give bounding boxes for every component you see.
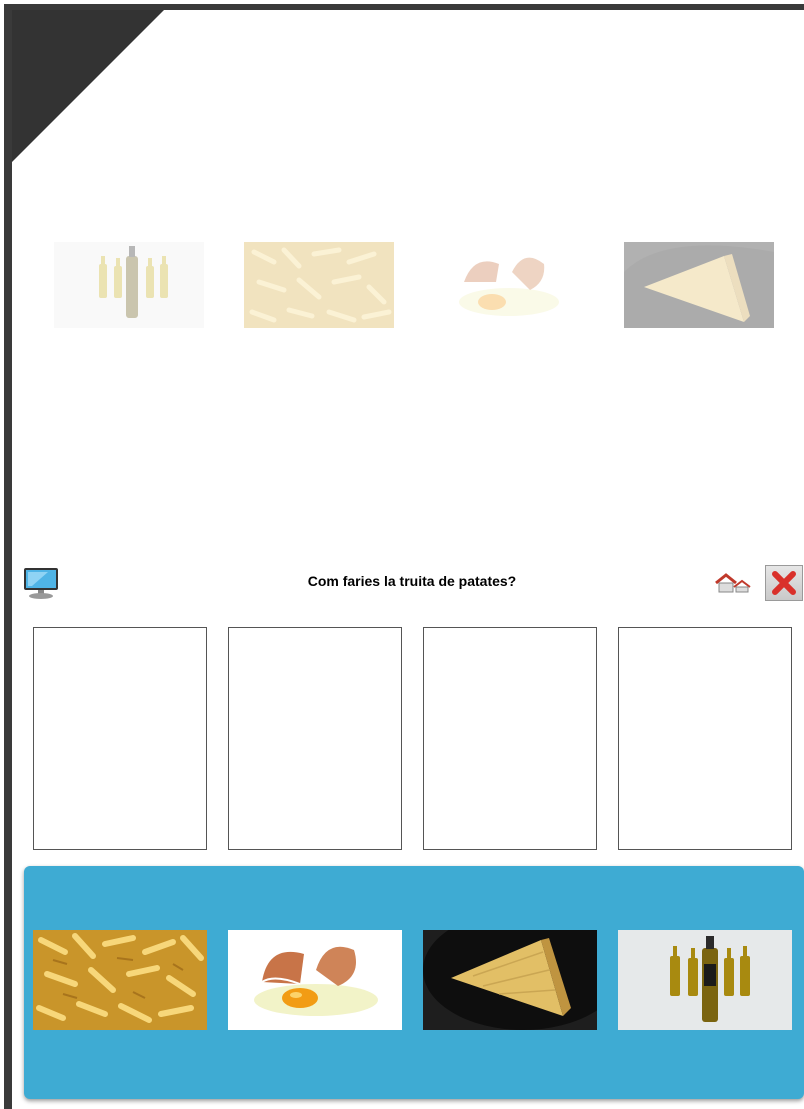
card-oil-bottles[interactable]	[618, 930, 792, 1030]
close-button[interactable]	[765, 565, 803, 601]
ghost-image-fried-potatoes	[244, 242, 394, 328]
frame-left-border	[4, 4, 12, 1109]
monitor-icon[interactable]	[22, 566, 62, 600]
close-icon	[772, 571, 796, 595]
question-title: Com faries la truita de patates?	[307, 573, 517, 589]
drop-slot-3[interactable]	[423, 627, 597, 850]
ghost-image-potato-omelette	[624, 242, 774, 328]
drop-slot-4[interactable]	[618, 627, 792, 850]
drop-slot-2[interactable]	[228, 627, 402, 850]
ghost-image-oil-bottles	[54, 242, 204, 328]
corner-triangle	[12, 10, 164, 162]
card-potato-omelette[interactable]	[423, 930, 597, 1030]
drop-slot-1[interactable]	[33, 627, 207, 850]
home-icon[interactable]	[714, 572, 754, 594]
ghost-image-cracked-egg	[434, 242, 584, 328]
card-fried-potatoes[interactable]	[33, 930, 207, 1030]
card-cracked-egg[interactable]	[228, 930, 402, 1030]
